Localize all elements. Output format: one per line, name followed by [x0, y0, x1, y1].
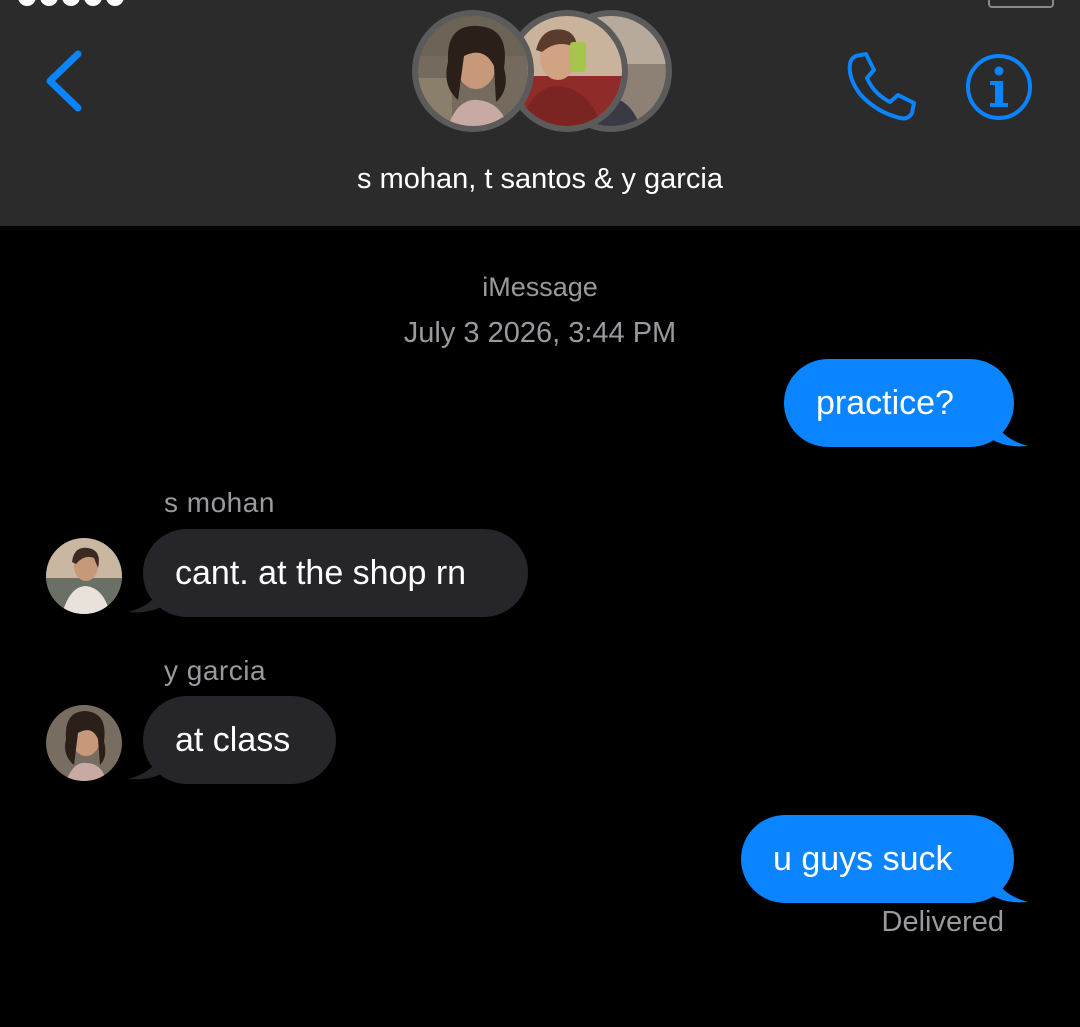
battery-icon: [988, 0, 1054, 8]
sender-name: y garcia: [164, 655, 267, 686]
avatar[interactable]: [46, 538, 122, 614]
message-bubble-incoming[interactable]: at class: [143, 696, 336, 784]
info-button[interactable]: [964, 52, 1034, 122]
call-button[interactable]: [842, 50, 918, 122]
status-bar: [0, 0, 1080, 10]
avatar: [412, 10, 534, 132]
signal-strength-icon: [18, 0, 128, 6]
group-avatar-stack[interactable]: [412, 10, 672, 146]
message-bubble-outgoing[interactable]: practice?: [784, 359, 1014, 447]
phone-icon: [847, 52, 916, 121]
message-timestamp: July 3 2026, 3:44 PM: [403, 317, 677, 349]
delivery-status: Delivered: [881, 906, 1005, 938]
chevron-left-icon: [46, 50, 82, 112]
sender-name: s mohan: [164, 487, 275, 518]
message-bubble-incoming[interactable]: cant. at the shop rn: [143, 529, 528, 617]
conversation-header: s mohan, t santos & y garcia: [0, 0, 1080, 226]
avatar[interactable]: [46, 705, 122, 781]
message-bubble-outgoing[interactable]: u guys suck: [741, 815, 1014, 903]
back-button[interactable]: [40, 48, 90, 114]
service-label: iMessage: [482, 272, 598, 302]
conversation-title[interactable]: s mohan, t santos & y garcia: [0, 163, 1080, 196]
info-icon: [966, 54, 1032, 120]
